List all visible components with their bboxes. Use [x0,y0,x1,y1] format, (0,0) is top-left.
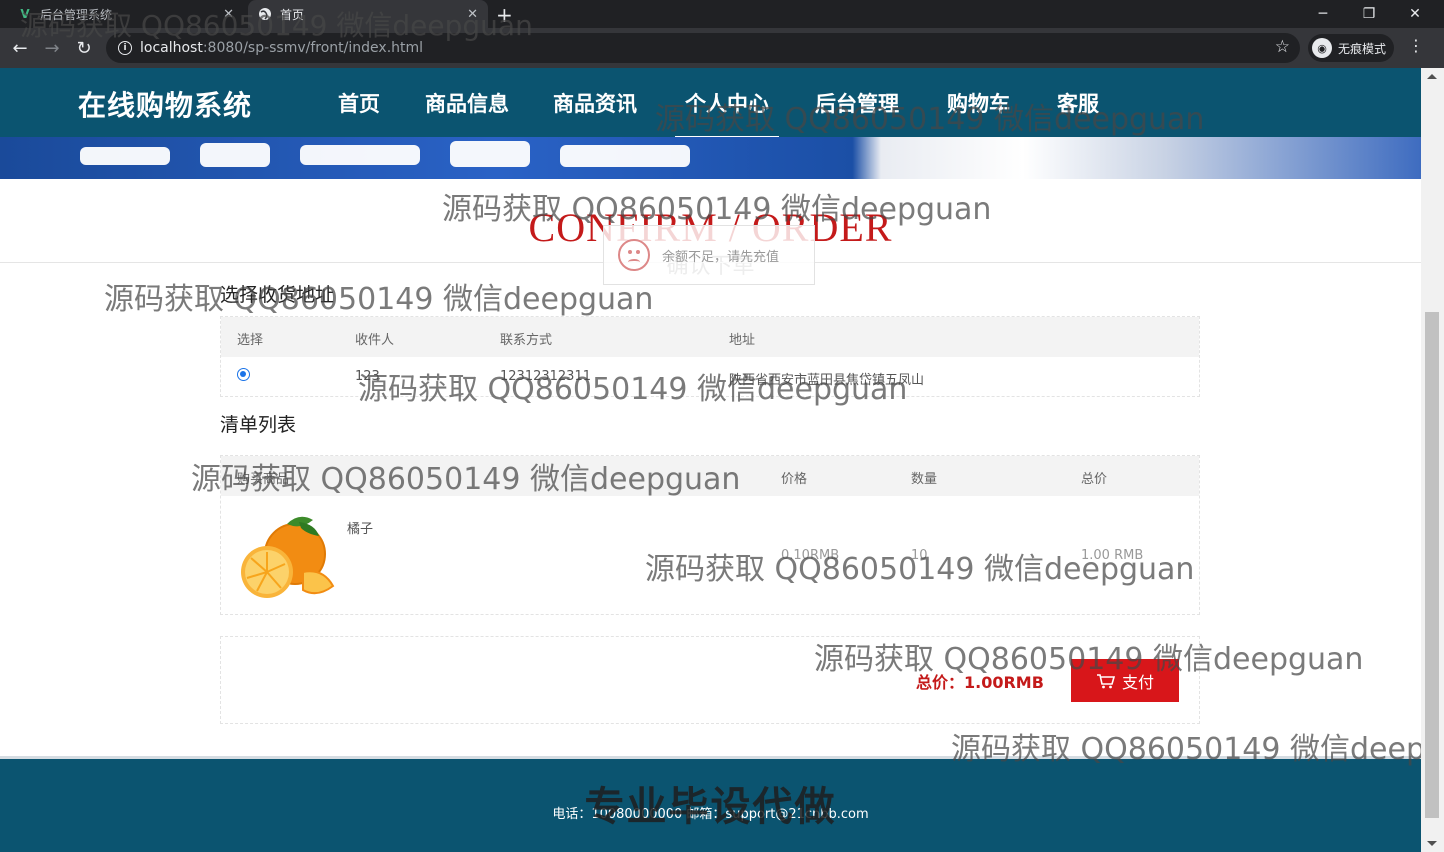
total-price: 总价：1.00RMB [916,673,1044,692]
site-logo[interactable]: 在线购物系统 [78,84,252,124]
browser-tab-home[interactable]: 首页 ✕ [248,0,488,28]
info-icon[interactable]: i [118,41,132,55]
pay-button[interactable]: 支付 [1071,659,1179,702]
vue-icon: V [20,7,30,21]
tab-title: 首页 [280,7,305,22]
recipient-phone: 12312312311 [500,369,591,384]
nav-personal-center[interactable]: 个人中心 [675,88,779,139]
nav-service[interactable]: 客服 [1057,88,1099,118]
page-scrollbar[interactable] [1421,68,1444,852]
address-bar[interactable]: i localhost:8080/sp-ssmv/front/index.htm… [106,33,1300,63]
page-viewport: 在线购物系统 首页 商品信息 商品资讯 个人中心 后台管理 购物车 客服 CON… [0,68,1421,852]
col-quantity: 数量 [911,472,938,487]
table-row: 橘子 0.10RMB 10 1.00 RMB [221,496,1199,614]
table-row[interactable]: 123 12312312311 陕西省西安市蓝田县焦岱镇五凤山 [221,357,1199,396]
col-product: 购买商品 [237,472,290,487]
cart-icon [1096,673,1116,688]
col-phone: 联系方式 [500,333,553,348]
payment-box: 总价：1.00RMB 支付 [220,636,1200,724]
url-host: localhost [140,40,203,56]
footer-stamp: 专业毕设代做 [584,784,837,830]
product-total: 1.00 RMB [1081,548,1144,563]
window-close-icon[interactable]: ✕ [1392,0,1438,28]
sad-face-icon [618,239,650,271]
browser-toolbar: ← → ↻ i localhost:8080/sp-ssmv/front/ind… [0,28,1444,68]
col-address: 地址 [729,333,756,348]
incognito-icon: ◉ [1312,38,1332,58]
watermark: 源码获取 QQ86050149 微信deepguan [104,282,654,317]
col-total: 总价 [1081,472,1108,487]
nav-cart[interactable]: 购物车 [947,88,1010,118]
nav-news[interactable]: 商品资讯 [553,88,637,118]
product-price: 0.10RMB [781,548,840,563]
scroll-down-icon[interactable] [1427,841,1437,846]
nav-admin[interactable]: 后台管理 [815,88,899,118]
col-recipient: 收件人 [355,333,395,348]
minimize-icon[interactable]: ─ [1300,0,1346,28]
reload-icon[interactable]: ↻ [72,36,96,60]
new-tab-icon[interactable]: + [496,3,513,27]
bookmark-star-icon[interactable]: ☆ [1275,37,1290,57]
incognito-label: 无痕模式 [1338,41,1387,56]
nav-home[interactable]: 首页 [338,88,380,118]
scroll-thumb[interactable] [1425,312,1439,818]
scroll-up-icon[interactable] [1427,74,1437,79]
orange-product-image[interactable] [237,512,337,604]
back-icon[interactable]: ← [8,36,32,60]
toast-message: 余额不足，请先充值 [662,249,780,265]
pay-label: 支付 [1121,672,1154,692]
globe-icon [258,7,272,21]
order-table: 购买商品 价格 数量 总价 橘子 0.10RMB 10 1.00 RMB [220,455,1200,615]
address-radio[interactable] [237,368,250,381]
recipient-name: 123 [355,369,380,384]
order-list-label: 清单列表 [220,414,297,436]
restore-icon[interactable]: ❐ [1346,0,1392,28]
order-table-header: 购买商品 价格 数量 总价 [221,456,1199,496]
recipient-address: 陕西省西安市蓝田县焦岱镇五凤山 [729,373,925,388]
site-header: 在线购物系统 首页 商品信息 商品资讯 个人中心 后台管理 购物车 客服 [0,68,1421,139]
browser-menu-icon[interactable]: ⋮ [1408,36,1424,55]
product-name[interactable]: 橘子 [347,518,373,537]
close-icon[interactable]: ✕ [467,7,478,22]
incognito-badge[interactable]: ◉ 无痕模式 [1308,34,1395,62]
col-price: 价格 [781,472,808,487]
col-select: 选择 [237,333,264,348]
balance-toast: 余额不足，请先充值 [603,225,815,285]
browser-tab-admin[interactable]: V 后台管理系统 ✕ [8,0,244,28]
close-icon[interactable]: ✕ [223,7,234,22]
address-section-label: 选择收货地址 [220,284,335,306]
product-quantity: 10 [911,548,928,563]
browser-tab-bar: V 后台管理系统 ✕ 首页 ✕ + ─ ❐ ✕ [0,0,1444,28]
url-path: :8080/sp-ssmv/front/index.html [202,40,424,56]
banner-image [0,137,1421,179]
nav-products[interactable]: 商品信息 [425,88,509,118]
address-table: 选择 收件人 联系方式 地址 123 12312312311 陕西省西安市蓝田县… [220,316,1200,397]
address-table-header: 选择 收件人 联系方式 地址 [221,317,1199,357]
forward-icon[interactable]: → [40,36,64,60]
tab-title: 后台管理系统 [40,7,113,22]
